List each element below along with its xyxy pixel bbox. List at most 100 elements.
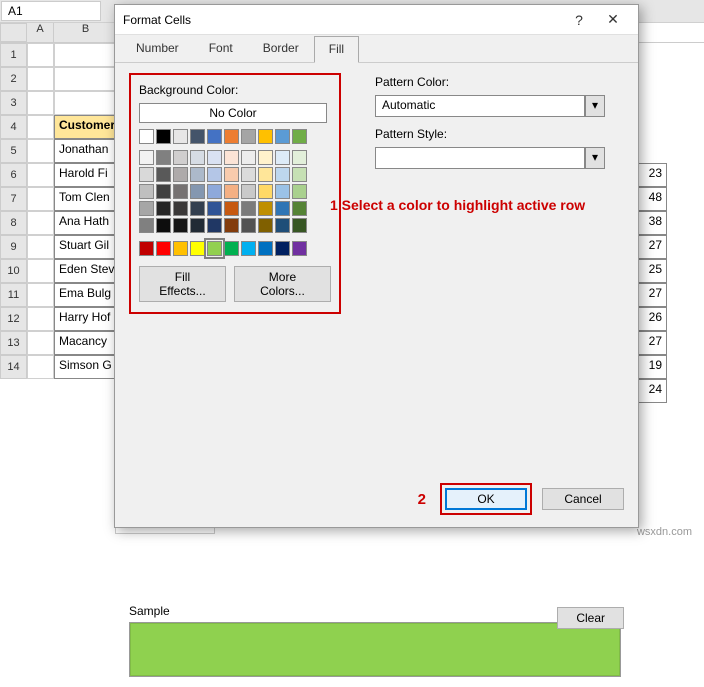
cell[interactable] xyxy=(27,67,54,91)
cell[interactable] xyxy=(27,211,54,235)
color-swatch[interactable] xyxy=(258,184,273,199)
cell[interactable]: Jonathan xyxy=(54,139,118,163)
color-swatch[interactable] xyxy=(224,184,239,199)
cell[interactable] xyxy=(27,235,54,259)
color-swatch[interactable] xyxy=(156,184,171,199)
color-swatch[interactable] xyxy=(292,201,307,216)
cell[interactable] xyxy=(27,187,54,211)
cell[interactable]: 26 xyxy=(637,307,667,331)
color-swatch[interactable] xyxy=(156,201,171,216)
color-swatch[interactable] xyxy=(241,201,256,216)
cell[interactable]: Ana Hath xyxy=(54,211,118,235)
color-swatch[interactable] xyxy=(139,241,154,256)
cell[interactable] xyxy=(27,91,54,115)
col-header-B[interactable]: B xyxy=(54,23,118,42)
color-swatch[interactable] xyxy=(224,129,239,144)
color-swatch[interactable] xyxy=(258,150,273,165)
more-colors-button[interactable]: More Colors... xyxy=(234,266,331,302)
color-swatch[interactable] xyxy=(241,218,256,233)
color-swatch[interactable] xyxy=(139,150,154,165)
cell[interactable] xyxy=(27,355,54,379)
color-swatch[interactable] xyxy=(207,184,222,199)
cell[interactable] xyxy=(27,115,54,139)
color-swatch[interactable] xyxy=(139,201,154,216)
cell[interactable]: Harry Hof xyxy=(54,307,118,331)
cell[interactable]: Harold Fi xyxy=(54,163,118,187)
color-swatch[interactable] xyxy=(241,150,256,165)
color-swatch[interactable] xyxy=(292,218,307,233)
color-swatch[interactable] xyxy=(190,241,205,256)
row-header[interactable]: 11 xyxy=(0,283,27,307)
color-swatch[interactable] xyxy=(190,218,205,233)
row-header[interactable]: 2 xyxy=(0,67,27,91)
color-swatch[interactable] xyxy=(275,150,290,165)
color-swatch[interactable] xyxy=(139,129,154,144)
color-swatch[interactable] xyxy=(241,129,256,144)
cell[interactable]: Stuart Gil xyxy=(54,235,118,259)
color-swatch[interactable] xyxy=(292,150,307,165)
cell[interactable] xyxy=(27,283,54,307)
no-color-button[interactable]: No Color xyxy=(139,103,327,123)
row-header[interactable]: 10 xyxy=(0,259,27,283)
row-header[interactable]: 4 xyxy=(0,115,27,139)
color-swatch[interactable] xyxy=(173,150,188,165)
color-swatch[interactable] xyxy=(207,201,222,216)
cell[interactable]: 19 xyxy=(637,355,667,379)
color-swatch[interactable] xyxy=(190,150,205,165)
cell[interactable] xyxy=(27,163,54,187)
cell[interactable]: Macancy xyxy=(54,331,118,355)
row-header[interactable]: 6 xyxy=(0,163,27,187)
cell[interactable]: 24 xyxy=(637,379,667,403)
select-all-corner[interactable] xyxy=(0,23,27,42)
color-swatch[interactable] xyxy=(275,167,290,182)
color-swatch[interactable] xyxy=(241,241,256,256)
cell[interactable] xyxy=(54,43,118,67)
cell[interactable]: 38 xyxy=(637,211,667,235)
cancel-button[interactable]: Cancel xyxy=(542,488,624,510)
tab-font[interactable]: Font xyxy=(194,35,248,62)
color-swatch[interactable] xyxy=(207,218,222,233)
row-header[interactable]: 8 xyxy=(0,211,27,235)
cell[interactable]: Customer xyxy=(54,115,118,139)
cell[interactable]: Ema Bulg xyxy=(54,283,118,307)
color-swatch[interactable] xyxy=(139,184,154,199)
color-swatch[interactable] xyxy=(224,150,239,165)
cell[interactable] xyxy=(54,67,118,91)
row-header[interactable]: 1 xyxy=(0,43,27,67)
color-swatch[interactable] xyxy=(139,218,154,233)
color-swatch[interactable] xyxy=(156,129,171,144)
color-swatch[interactable] xyxy=(292,167,307,182)
color-swatch[interactable] xyxy=(173,241,188,256)
color-swatch[interactable] xyxy=(190,184,205,199)
pattern-color-combo[interactable]: Automatic ▾ xyxy=(375,95,605,117)
color-swatch[interactable] xyxy=(241,167,256,182)
color-swatch[interactable] xyxy=(292,241,307,256)
ok-button[interactable]: OK xyxy=(445,488,527,510)
cell[interactable]: 23 xyxy=(637,163,667,187)
cell[interactable] xyxy=(27,259,54,283)
color-swatch[interactable] xyxy=(190,167,205,182)
color-swatch[interactable] xyxy=(139,167,154,182)
cell[interactable]: Tom Clen xyxy=(54,187,118,211)
color-swatch[interactable] xyxy=(156,167,171,182)
color-swatch[interactable] xyxy=(241,184,256,199)
close-button[interactable]: ✕ xyxy=(596,11,630,28)
color-swatch[interactable] xyxy=(275,241,290,256)
color-swatch[interactable] xyxy=(207,241,222,256)
cell[interactable] xyxy=(27,331,54,355)
row-header[interactable]: 12 xyxy=(0,307,27,331)
pattern-style-combo[interactable]: ▾ xyxy=(375,147,605,169)
color-swatch[interactable] xyxy=(207,150,222,165)
row-header[interactable]: 13 xyxy=(0,331,27,355)
fill-effects-button[interactable]: Fill Effects... xyxy=(139,266,226,302)
color-swatch[interactable] xyxy=(258,167,273,182)
color-swatch[interactable] xyxy=(292,184,307,199)
row-header[interactable]: 14 xyxy=(0,355,27,379)
cell[interactable]: Eden Stev xyxy=(54,259,118,283)
cell[interactable]: 27 xyxy=(637,331,667,355)
color-swatch[interactable] xyxy=(156,241,171,256)
color-swatch[interactable] xyxy=(173,218,188,233)
cell[interactable] xyxy=(27,307,54,331)
color-swatch[interactable] xyxy=(224,167,239,182)
cell[interactable] xyxy=(54,91,118,115)
